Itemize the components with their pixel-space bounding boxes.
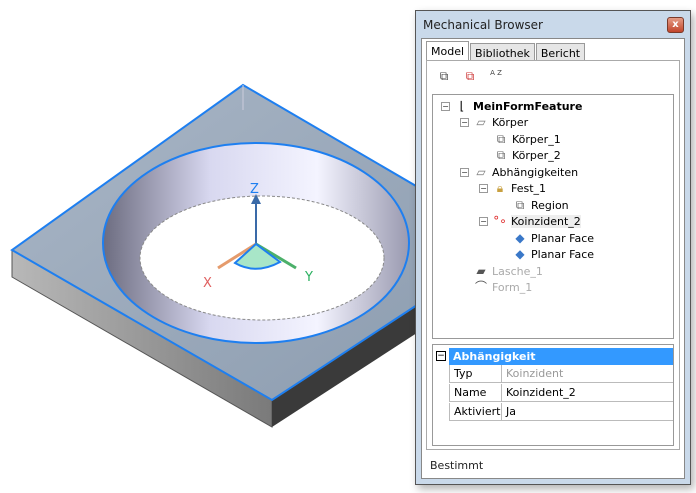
- feature-icon: ⌊: [459, 99, 465, 113]
- tree-node-lasche-1[interactable]: ▰ Lasche_1: [473, 263, 543, 279]
- tree-node-root[interactable]: − ⌊ MeinFormFeature: [441, 98, 582, 114]
- property-row[interactable]: Aktiviert Ja: [449, 403, 673, 421]
- property-row[interactable]: Typ Koinzident: [449, 365, 673, 383]
- panel-title[interactable]: Mechanical Browser: [416, 11, 690, 39]
- lock-icon: 🔒︎: [496, 181, 504, 195]
- tree-node-koerper-1[interactable]: ⧉ Körper_1: [493, 131, 561, 147]
- status-text: Bestimmt: [430, 459, 484, 472]
- mechanical-browser-panel: Mechanical Browser x Model Bibliothek Be…: [415, 10, 691, 485]
- properties-grid: − Abhängigkeit Typ Koinzident Name Koinzid…: [432, 344, 674, 446]
- form-icon: ⌒: [474, 280, 487, 294]
- tree-node-form-1[interactable]: ⌒ Form_1: [473, 279, 532, 295]
- collapse-tree-icon[interactable]: ⧉: [461, 69, 479, 87]
- face-icon: ◆: [515, 231, 525, 245]
- flange-icon: ▰: [476, 264, 486, 278]
- browser-toolbar: ⧉ ⧉ A Z: [435, 69, 505, 87]
- face-icon: ◆: [515, 247, 525, 261]
- body-icon: ⧉: [496, 148, 506, 162]
- tree-node-region[interactable]: ⧉ Region: [512, 197, 569, 213]
- properties-header: Abhängigkeit: [449, 348, 673, 365]
- tree-node-koerper-2[interactable]: ⧉ Körper_2: [493, 147, 561, 163]
- model-tree[interactable]: − ⌊ MeinFormFeature − ▱ Körper ⧉ Körper_1 ⧉ Kö…: [432, 94, 674, 339]
- close-button[interactable]: x: [667, 17, 684, 33]
- region-icon: ⧉: [515, 198, 525, 212]
- tree-node-abhaengigkeiten[interactable]: − ▱ Abhängigkeiten: [460, 164, 578, 180]
- plate-model[interactable]: [10, 83, 441, 428]
- collapse-properties-button[interactable]: −: [436, 351, 446, 361]
- tree-node-planar-face[interactable]: ◆ Planar Face: [512, 246, 594, 262]
- tree-node-planar-face[interactable]: ◆ Planar Face: [512, 230, 594, 246]
- sort-az-icon[interactable]: A Z: [487, 69, 505, 87]
- folder-icon: ▱: [476, 165, 486, 179]
- axis-label-x: X: [203, 276, 212, 291]
- coincident-icon: °∘: [493, 214, 507, 228]
- axis-label-y: Y: [304, 270, 313, 285]
- axis-label-z: Z: [250, 182, 259, 197]
- body-icon: ⧉: [496, 132, 506, 146]
- tree-node-koerper[interactable]: − ▱ Körper: [460, 114, 528, 130]
- tab-bar: Model Bibliothek Bericht: [426, 41, 586, 63]
- folder-icon: ▱: [476, 115, 486, 129]
- tab-content: ⧉ ⧉ A Z − ⌊ MeinFormFeature − ▱ Körper ⧉ Körp…: [426, 60, 680, 450]
- panel-client: Model Bibliothek Bericht ⧉ ⧉ A Z − ⌊ MeinF…: [421, 38, 685, 479]
- expand-tree-icon[interactable]: ⧉: [435, 69, 453, 87]
- property-row[interactable]: Name Koinzident_2: [449, 384, 673, 402]
- tree-node-koinzident-2[interactable]: − °∘ Koinzident_2: [479, 213, 581, 229]
- tree-node-fest-1[interactable]: − 🔒︎ Fest_1: [479, 180, 546, 196]
